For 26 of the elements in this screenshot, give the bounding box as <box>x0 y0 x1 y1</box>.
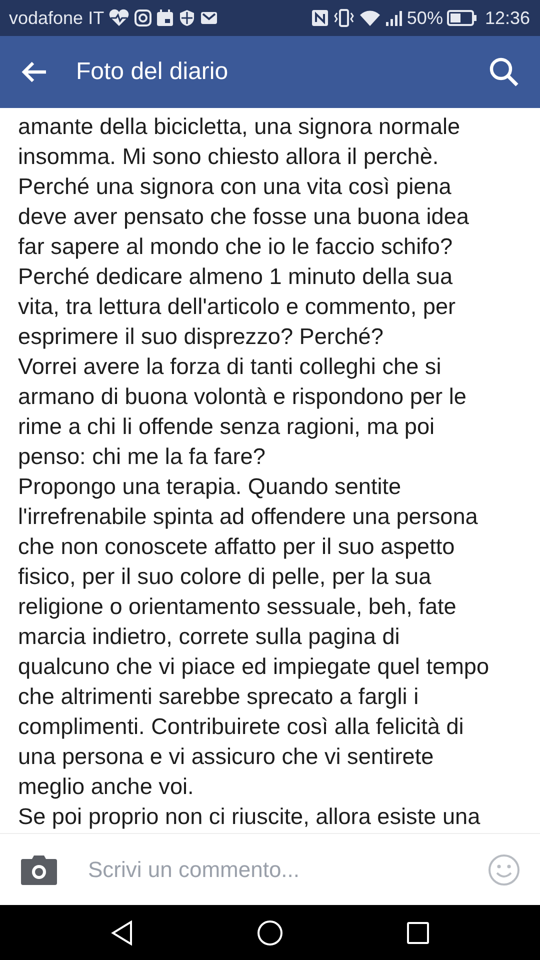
comment-field[interactable]: Scrivi un commento... <box>86 852 468 887</box>
signal-icon <box>384 9 403 27</box>
vibrate-icon <box>332 9 355 27</box>
recents-square-icon <box>406 920 430 944</box>
camera-app-icon <box>134 9 152 27</box>
post-paragraph: amante della bicicletta, una signora normale insomma. Mi sono chiesto allora il perchè. Perché una signora con una vita così piena deve aver pensato che fosse una buona idea far sapere al mondo che io le faccio schifo? Perché dedicare almeno 1 minuto della sua vita, tra lettura dell'articolo e commento, per esprimere il suo disprezzo? Perché? <box>18 113 470 351</box>
smiley-icon <box>488 854 520 886</box>
home-circle-icon <box>256 920 283 946</box>
post-paragraph: Vorrei avere la forza di tanti colleghi che si armano di buona volontà e rispondono per le rime a chi li offende senza ragioni, ma poi penso: chi me la fa fare? <box>18 353 468 471</box>
carrier-name: vodafone IT <box>9 6 104 30</box>
nfc-icon <box>310 9 329 27</box>
wifi-icon <box>358 9 381 27</box>
post-paragraph: Propongo una terapia. Quando sentite l'irrefrenabile spinta ad offendere una persona che non conoscete affatto per il suo aspetto fisico, per il suo colore di pelle, per la sua religione o orientamento sessuale, beh, fate marcia indietro, correte sulla pagina di qualcuno che vi piace ed impiegate quel tempo che altrimenti sarebbe sprecato a fargli i complimenti. Contribuirete così alla felicità di una persona e vi assicuro che vi sentirete meglio anche voi. <box>18 473 490 801</box>
calendar-icon <box>156 9 174 27</box>
back-triangle-icon <box>110 920 134 946</box>
screen-title: Foto del diario <box>76 57 230 87</box>
shield-icon <box>178 9 196 27</box>
heart-pulse-icon <box>108 9 130 27</box>
battery-icon <box>446 10 477 26</box>
mail-icon <box>200 10 218 26</box>
search-icon <box>488 56 520 88</box>
camera-icon <box>20 854 58 884</box>
post-paragraph: Se poi proprio non ci riuscite, allora esiste una <box>18 803 482 831</box>
battery-percent: 50% <box>406 6 443 30</box>
back-arrow-icon <box>20 60 48 84</box>
clock-time: 12:36 <box>484 6 530 30</box>
